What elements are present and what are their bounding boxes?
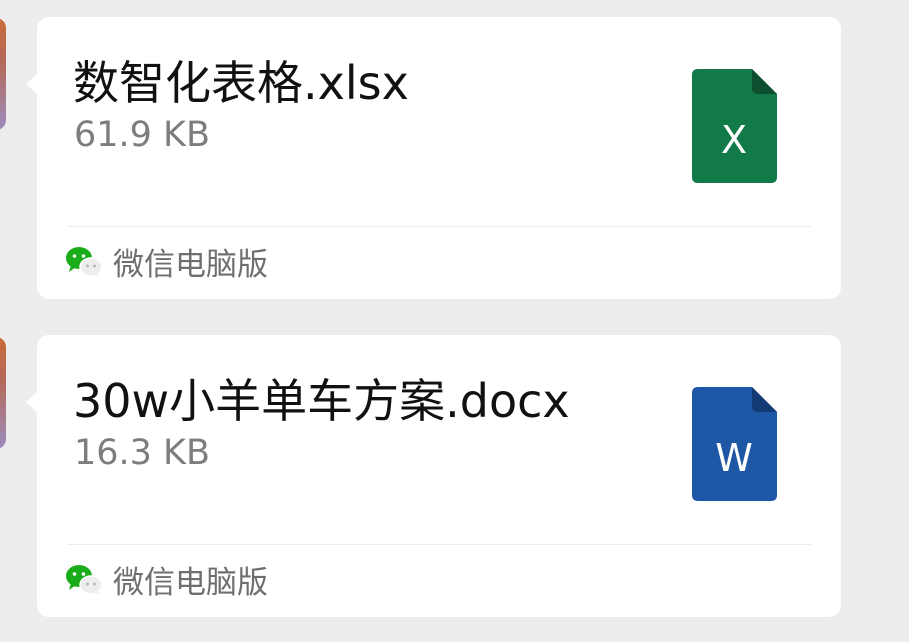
- file-name: 数智化表格.xlsx: [73, 56, 409, 110]
- wechat-icon: [66, 247, 103, 277]
- sender-avatar[interactable]: [0, 18, 6, 130]
- file-size: 16.3 KB: [74, 433, 211, 473]
- file-name: 30w小羊单车方案.docx: [73, 374, 570, 428]
- sender-avatar[interactable]: [0, 337, 6, 449]
- file-icon-letter: W: [715, 436, 753, 480]
- word-file-icon: W: [692, 387, 777, 501]
- source-label: 微信电脑版: [113, 247, 268, 283]
- bubble-tail: [26, 73, 38, 95]
- excel-file-icon: X: [692, 69, 777, 183]
- source-label: 微信电脑版: [113, 565, 268, 601]
- divider: [67, 226, 811, 227]
- file-size: 61.9 KB: [74, 115, 211, 155]
- divider: [67, 544, 811, 545]
- file-message-card[interactable]: 数智化表格.xlsx 61.9 KB X 微信电脑版: [26, 17, 841, 299]
- file-message-card[interactable]: 30w小羊单车方案.docx 16.3 KB W 微信电脑版: [26, 335, 841, 617]
- file-icon-letter: X: [721, 118, 747, 162]
- bubble-tail: [26, 391, 38, 413]
- wechat-icon: [66, 565, 103, 595]
